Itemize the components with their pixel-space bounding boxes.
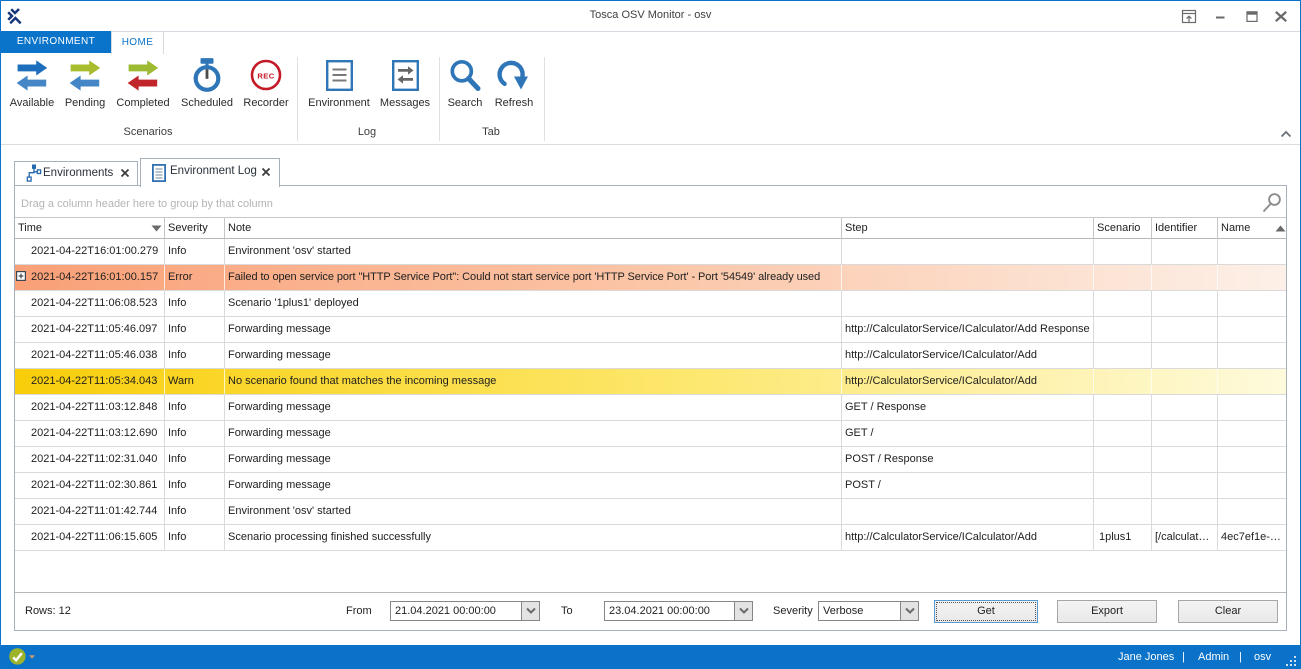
svg-text:REC: REC — [257, 72, 274, 81]
